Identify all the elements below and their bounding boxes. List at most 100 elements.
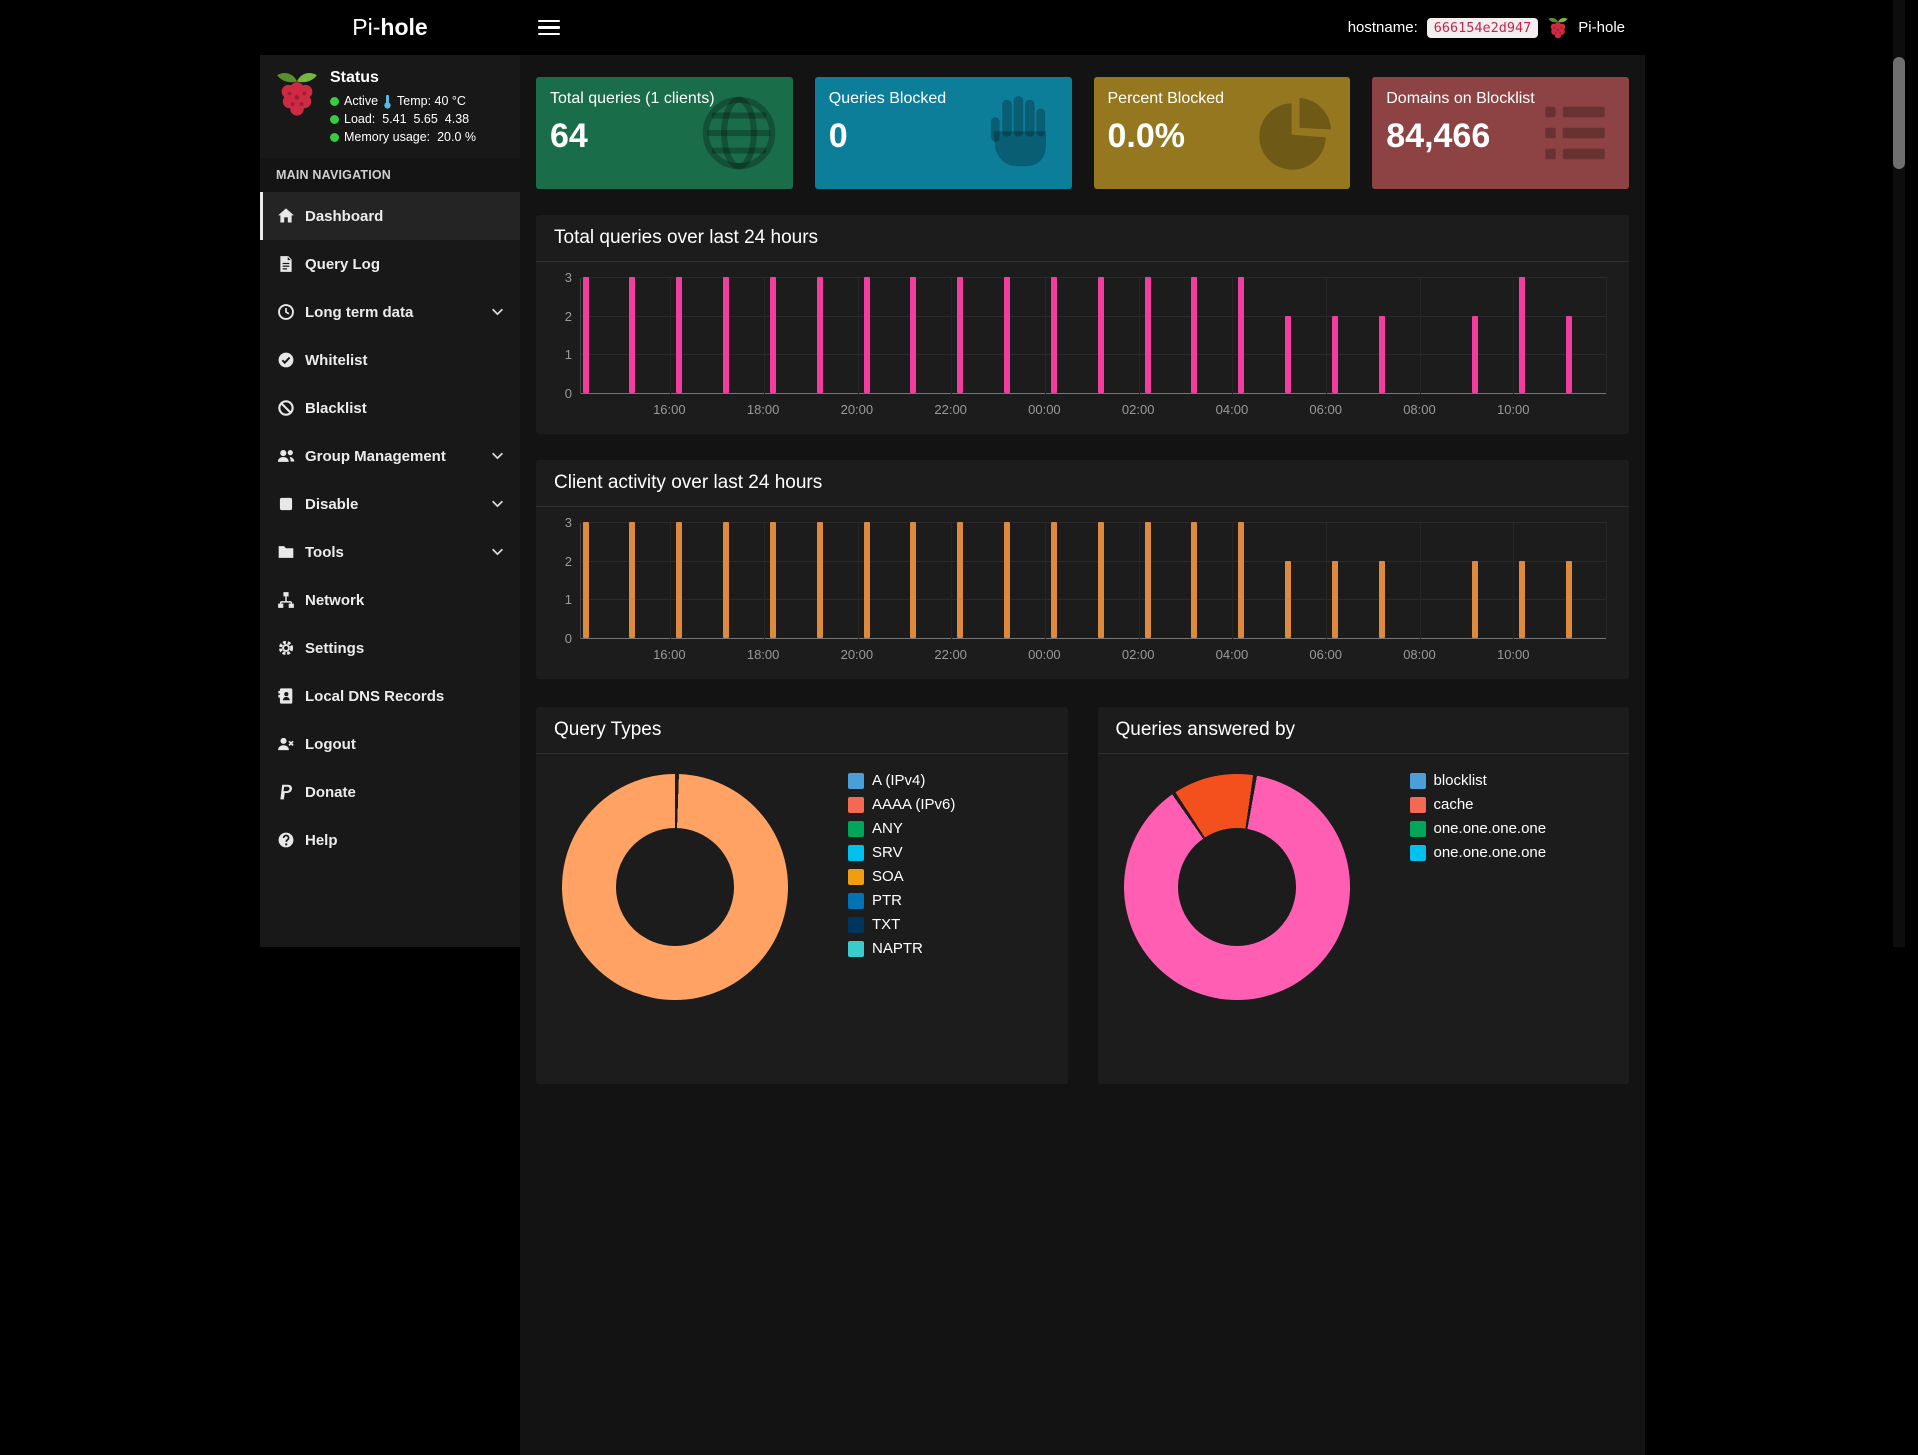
- sidebar-item-long-term-data[interactable]: Long term data: [260, 288, 520, 336]
- queries-answered-by-donut[interactable]: [1124, 774, 1350, 1000]
- sidebar-item-label: Whitelist: [305, 352, 368, 369]
- legend-swatch: [1410, 797, 1426, 813]
- donut-hole: [1178, 828, 1296, 946]
- sidebar-item-logout[interactable]: Logout: [260, 720, 520, 768]
- legend-label: PTR: [872, 892, 902, 909]
- legend-swatch: [848, 821, 864, 837]
- legend-swatch: [848, 869, 864, 885]
- sidebar-item-tools[interactable]: Tools: [260, 528, 520, 576]
- bar: [817, 522, 823, 638]
- status-load-dot: [330, 115, 339, 124]
- legend-item-cache[interactable]: cache: [1410, 796, 1547, 813]
- bar: [1472, 561, 1478, 638]
- client-activity-chart: 012316:0018:0020:0022:0000:0002:0004:000…: [536, 507, 1629, 679]
- gridline: [1139, 523, 1140, 639]
- sidebar-item-local-dns-records[interactable]: Local DNS Records: [260, 672, 520, 720]
- sidebar-item-label: Local DNS Records: [305, 688, 444, 705]
- sidebar-item-label: Tools: [305, 544, 344, 561]
- hand-icon: [976, 91, 1060, 180]
- bar-chart-plot[interactable]: 0123: [580, 523, 1607, 639]
- app-name[interactable]: Pi-hole: [1578, 19, 1625, 36]
- sidebar-item-blacklist[interactable]: Blacklist: [260, 384, 520, 432]
- legend-item-one-one-one-one[interactable]: one.one.one.one: [1410, 844, 1547, 861]
- client-activity-panel: Client activity over last 24 hours 01231…: [536, 460, 1629, 679]
- gridline: [951, 523, 952, 639]
- legend-item-a-ipv4[interactable]: A (IPv4): [848, 772, 955, 789]
- y-tick-label: 1: [565, 347, 572, 363]
- sidebar-item-help[interactable]: Help: [260, 816, 520, 864]
- legend-item-one-one-one-one[interactable]: one.one.one.one: [1410, 820, 1547, 837]
- status-active-dot: [330, 97, 339, 106]
- question-icon: [277, 831, 305, 849]
- x-tick-label: 18:00: [747, 402, 780, 417]
- bar: [1566, 561, 1572, 638]
- stop-icon: [277, 495, 305, 513]
- x-tick-label: 10:00: [1497, 402, 1530, 417]
- bar: [1519, 277, 1525, 393]
- bar: [1285, 561, 1291, 638]
- gridline: [1513, 523, 1514, 639]
- legend-item-any[interactable]: ANY: [848, 820, 955, 837]
- bar: [1004, 522, 1010, 638]
- bar: [770, 522, 776, 638]
- legend-label: one.one.one.one: [1434, 844, 1547, 861]
- legend-item-blocklist[interactable]: blocklist: [1410, 772, 1547, 789]
- legend-item-aaaa-ipv6[interactable]: AAAA (IPv6): [848, 796, 955, 813]
- panel-title: Queries answered by: [1098, 707, 1630, 754]
- sidebar-item-whitelist[interactable]: Whitelist: [260, 336, 520, 384]
- legend-item-txt[interactable]: TXT: [848, 916, 955, 933]
- sidebar-item-group-management[interactable]: Group Management: [260, 432, 520, 480]
- legend-item-soa[interactable]: SOA: [848, 868, 955, 885]
- legend-item-ptr[interactable]: PTR: [848, 892, 955, 909]
- sidebar-item-disable[interactable]: Disable: [260, 480, 520, 528]
- x-tick-label: 06:00: [1309, 402, 1342, 417]
- gridline: [1045, 523, 1046, 639]
- x-tick-label: 02:00: [1122, 647, 1155, 662]
- bar-chart-plot[interactable]: 0123: [580, 278, 1607, 394]
- gridline: [1232, 278, 1233, 394]
- gridline: [581, 316, 1607, 317]
- bar: [629, 277, 635, 393]
- scrollbar[interactable]: [1893, 0, 1905, 947]
- main-navigation-label: MAIN NAVIGATION: [260, 158, 520, 192]
- gridline: [1326, 523, 1327, 639]
- panel-title: Client activity over last 24 hours: [536, 460, 1629, 507]
- sidebar-item-donate[interactable]: Donate: [260, 768, 520, 816]
- gridline: [1420, 523, 1421, 639]
- sidebar-item-settings[interactable]: Settings: [260, 624, 520, 672]
- sidebar-item-query-log[interactable]: Query Log: [260, 240, 520, 288]
- ban-icon: [277, 399, 305, 417]
- y-tick-label: 2: [565, 309, 572, 325]
- x-tick-label: 20:00: [841, 402, 874, 417]
- bar: [864, 277, 870, 393]
- hostname-label: hostname:: [1348, 19, 1418, 36]
- bar: [723, 277, 729, 393]
- logout-icon: [277, 735, 305, 753]
- bar: [1004, 277, 1010, 393]
- legend-item-srv[interactable]: SRV: [848, 844, 955, 861]
- hamburger-icon[interactable]: [538, 16, 560, 40]
- gridline: [581, 393, 1607, 394]
- card-queries-blocked: Queries Blocked0: [815, 77, 1072, 189]
- list-icon: [1533, 91, 1617, 180]
- brand-logo[interactable]: Pi-hole: [260, 0, 520, 55]
- x-tick-label: 02:00: [1122, 402, 1155, 417]
- sidebar-item-network[interactable]: Network: [260, 576, 520, 624]
- queries-answered-chart: blocklist cache one.one.one.one one.one.one…: [1098, 754, 1630, 1084]
- bar: [583, 522, 589, 638]
- gridline: [581, 522, 1607, 523]
- sidebar-item-dashboard[interactable]: Dashboard: [260, 192, 520, 240]
- bar: [957, 522, 963, 638]
- x-tick-label: 16:00: [653, 402, 686, 417]
- scrollbar-thumb[interactable]: [1893, 57, 1905, 169]
- query-types-donut[interactable]: [562, 774, 788, 1000]
- gridline: [1606, 523, 1607, 639]
- sidebar-item-label: Logout: [305, 736, 356, 753]
- bar: [910, 522, 916, 638]
- gridline: [1045, 278, 1046, 394]
- bar: [864, 522, 870, 638]
- gridline: [581, 638, 1607, 639]
- legend-swatch: [1410, 821, 1426, 837]
- bar: [957, 277, 963, 393]
- legend-item-naptr[interactable]: NAPTR: [848, 940, 955, 957]
